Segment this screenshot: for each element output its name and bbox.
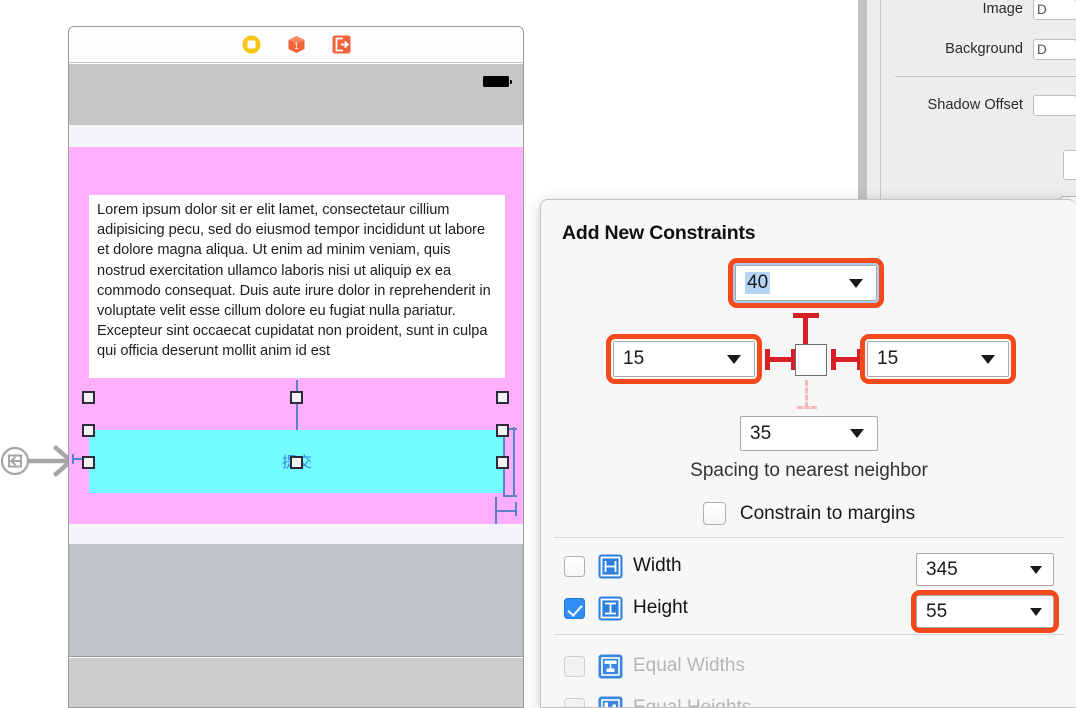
- equal-widths-icon: [598, 654, 623, 679]
- constraint-guide: [503, 495, 517, 497]
- inspector-row-shadow-offset[interactable]: Shadow Offset: [881, 90, 1076, 120]
- top-constraint-line: [803, 313, 808, 345]
- bottom-spacing-value: 35: [750, 422, 772, 444]
- constrain-to-margins-row[interactable]: Constrain to margins: [541, 502, 1076, 525]
- bottom-spacing-combo[interactable]: 35: [740, 416, 878, 451]
- trailing-spacing-combo[interactable]: 15: [867, 341, 1009, 377]
- popover-separator-2: [554, 634, 1064, 635]
- height-label: Height: [633, 597, 688, 618]
- chevron-down-icon[interactable]: [850, 429, 864, 438]
- height-constraint-icon: [598, 596, 623, 621]
- inspector-field-shadow-offset[interactable]: [1033, 94, 1076, 116]
- constraint-guide: [515, 502, 517, 516]
- bottom-constraint-dash-cap: [797, 406, 817, 409]
- width-row[interactable]: Width 345: [541, 545, 1076, 587]
- inspector-row-image[interactable]: Image D: [881, 0, 1076, 24]
- status-bar: [69, 64, 523, 125]
- equal-widths-checkbox[interactable]: [564, 656, 585, 677]
- constraint-center-square[interactable]: [795, 344, 827, 376]
- height-row[interactable]: Height 55: [541, 587, 1076, 629]
- width-value-combo[interactable]: 345: [916, 553, 1054, 586]
- scene-frame[interactable]: 1 Lorem ipsum dolor sit er elit lamet, c…: [68, 26, 524, 708]
- chevron-down-icon[interactable]: [981, 354, 995, 364]
- equal-heights-row[interactable]: Equal Heights: [541, 687, 1076, 708]
- height-value: 55: [926, 600, 948, 622]
- first-responder-cube-icon[interactable]: 1: [287, 35, 306, 54]
- inspector-label-shadow-offset: Shadow Offset: [927, 97, 1023, 113]
- constraint-guide: [495, 510, 517, 512]
- popover-title: Add New Constraints: [562, 222, 756, 244]
- selection-handle-top-center[interactable]: [290, 391, 303, 404]
- lower-grey-view: [69, 544, 523, 657]
- selection-handle-top-left[interactable]: [82, 391, 95, 404]
- view-controller-icon[interactable]: [242, 35, 261, 54]
- selection-handle-middle-left[interactable]: [82, 424, 95, 437]
- inspector-label-image: Image: [982, 1, 1023, 17]
- nav-gap: [69, 125, 523, 147]
- height-checkbox[interactable]: [564, 598, 585, 619]
- top-constraint-stem: [296, 380, 298, 430]
- equal-widths-label: Equal Widths: [633, 655, 745, 676]
- equal-heights-icon: [598, 696, 623, 707]
- width-label: Width: [633, 555, 682, 576]
- leading-spacing-combo[interactable]: 15: [613, 341, 755, 377]
- chevron-down-icon[interactable]: [1030, 607, 1042, 616]
- selection-handle-top-right[interactable]: [496, 391, 509, 404]
- equal-heights-label: Equal Heights: [633, 697, 752, 708]
- selection-handle-bottom-center[interactable]: [290, 456, 303, 469]
- constraint-guide: [513, 427, 515, 497]
- view-bottom-gap: [69, 524, 523, 544]
- inspector-separator: [895, 76, 1076, 77]
- width-value: 345: [926, 558, 958, 580]
- equal-widths-row[interactable]: Equal Widths: [541, 645, 1076, 687]
- bottom-constraint-dash: [805, 380, 808, 408]
- inspector-label-background: Background: [945, 41, 1023, 57]
- trailing-constraint-cap2: [857, 349, 862, 370]
- top-spacing-focus-ring: [732, 262, 880, 304]
- equal-heights-checkbox[interactable]: [564, 698, 585, 707]
- spacing-caption: Spacing to nearest neighbor: [690, 460, 928, 481]
- scene-footer: [69, 658, 523, 707]
- constrain-to-margins-label: Constrain to margins: [739, 502, 916, 524]
- chevron-down-icon[interactable]: [727, 354, 741, 364]
- selection-handle-bottom-right[interactable]: [496, 456, 509, 469]
- text-view-content: Lorem ipsum dolor sit er elit lamet, con…: [97, 202, 491, 360]
- width-constraint-icon: [598, 554, 623, 579]
- trailing-spacing-value: 15: [877, 348, 899, 369]
- height-value-combo[interactable]: 55: [916, 595, 1054, 628]
- constrain-to-margins-checkbox[interactable]: [702, 502, 726, 525]
- inspector-field-background[interactable]: D: [1033, 38, 1076, 60]
- chevron-down-icon[interactable]: [1030, 565, 1042, 574]
- inspector-field-image[interactable]: D: [1033, 0, 1076, 20]
- svg-text:1: 1: [294, 42, 299, 51]
- selection-handle-middle-right[interactable]: [496, 424, 509, 437]
- text-view[interactable]: Lorem ipsum dolor sit er elit lamet, con…: [89, 195, 505, 378]
- inspector-box-extra[interactable]: [1063, 150, 1076, 180]
- add-new-constraints-popover[interactable]: Add New Constraints 40 15 15 35 Spacing …: [540, 199, 1076, 708]
- scene-dock: 1: [69, 27, 523, 63]
- exit-segue-icon[interactable]: [332, 35, 351, 54]
- battery-icon: [483, 76, 512, 87]
- width-checkbox[interactable]: [564, 556, 585, 577]
- popover-separator-1: [554, 537, 1064, 538]
- selection-handle-bottom-left[interactable]: [82, 456, 95, 469]
- inspector-row-background[interactable]: Background D: [881, 34, 1076, 64]
- leading-spacing-value: 15: [623, 348, 645, 369]
